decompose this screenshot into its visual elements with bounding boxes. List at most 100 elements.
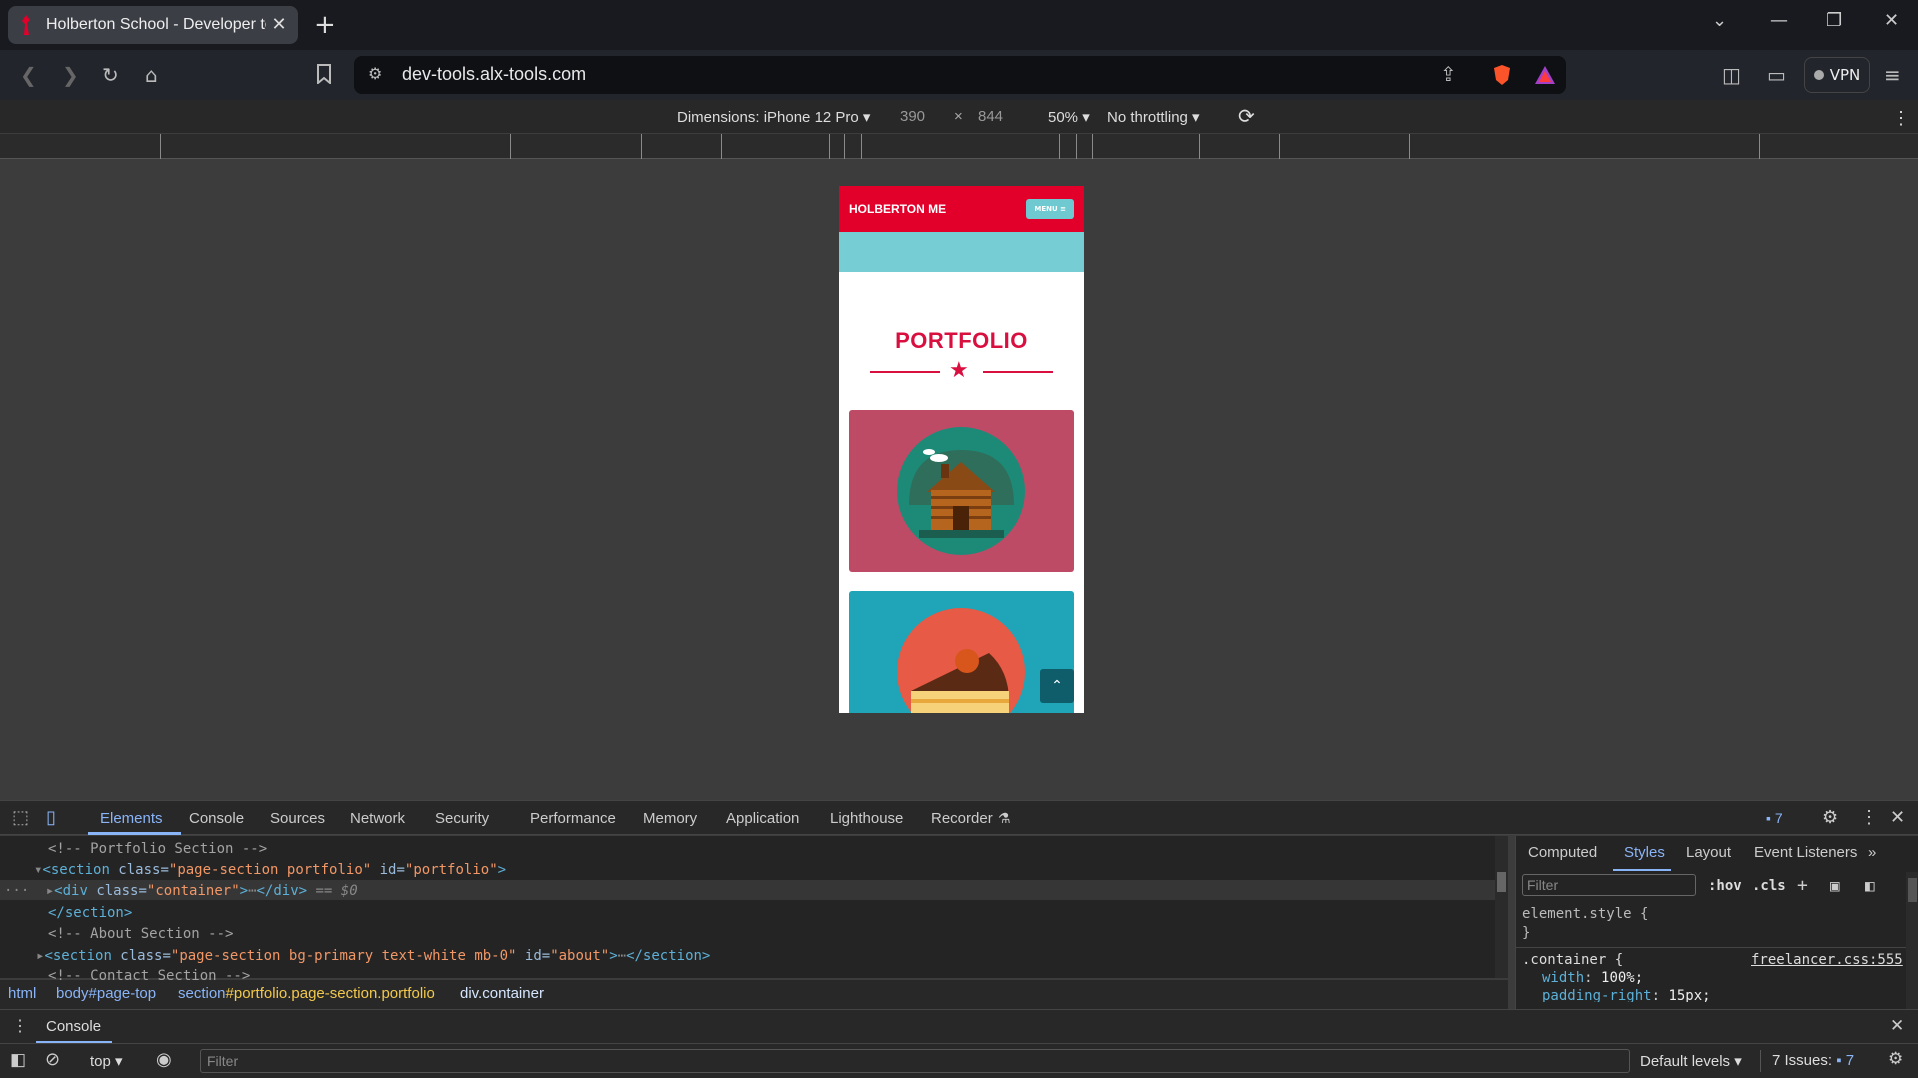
dom-section-close[interactable]: </section> [48, 905, 132, 921]
rotate-icon[interactable]: ⟳ [1238, 104, 1255, 129]
brave-rewards-icon[interactable] [1534, 65, 1556, 85]
dom-node-section-portfolio[interactable]: ▾<section class="page-section portfolio"… [34, 862, 506, 878]
property-value: 100%; [1601, 970, 1644, 986]
dom-node-section-about[interactable]: ▸<section class="page-section bg-primary… [36, 948, 710, 964]
tab-elements[interactable]: Elements [100, 810, 163, 827]
tab-lighthouse[interactable]: Lighthouse [830, 810, 903, 827]
share-icon[interactable]: ⇪ [1440, 62, 1457, 86]
tab-recorder[interactable]: Recorder [931, 810, 993, 827]
wallet-icon[interactable]: ▭ [1767, 62, 1786, 88]
console-sidebar-icon[interactable]: ◧ [10, 1050, 26, 1070]
attr-name: class= [111, 948, 171, 964]
address-bar[interactable]: ⚙ dev-tools.alx-tools.com ⇪ [354, 56, 1566, 94]
brave-shields-icon[interactable] [1492, 64, 1512, 86]
dots-icon: ··· [4, 883, 30, 899]
device-dimensions-select[interactable]: Dimensions: iPhone 12 Pro ▾ [677, 108, 870, 126]
browser-tab[interactable]: Holberton School - Developer to ✕ [8, 6, 298, 44]
rule-divider [1516, 947, 1911, 948]
cls-toggle[interactable]: .cls [1752, 878, 1786, 894]
tab-computed[interactable]: Computed [1528, 844, 1597, 861]
console-settings-gear-icon[interactable]: ⚙ [1888, 1049, 1903, 1069]
element-style-selector[interactable]: element.style { [1522, 906, 1648, 922]
computed-sidebar-icon[interactable]: ◧ [1865, 876, 1875, 895]
portfolio-item-cabin[interactable] [849, 410, 1074, 572]
console-drawer-tab[interactable]: Console [46, 1018, 101, 1035]
device-toggle-icon[interactable]: ▯ [46, 807, 56, 828]
site-info-icon[interactable]: ⚙ [368, 64, 382, 83]
drawer-menu-icon[interactable]: ⋮ [12, 1016, 28, 1036]
minimize-icon[interactable]: — [1770, 10, 1788, 31]
tab-sources[interactable]: Sources [270, 810, 325, 827]
styles-filter-input[interactable]: Filter [1522, 874, 1696, 896]
new-style-rule-icon[interactable]: + [1797, 875, 1808, 896]
inspect-element-icon[interactable]: ⬚ [12, 807, 29, 828]
navbar-brand[interactable]: HOLBERTON ME [849, 202, 946, 216]
log-levels-select[interactable]: Default levels ▾ [1640, 1052, 1742, 1070]
url-text[interactable]: dev-tools.alx-tools.com [402, 64, 586, 85]
dom-comment-about[interactable]: <!-- About Section --> [48, 926, 233, 942]
collapsed-triangle-icon[interactable]: ▸ [46, 883, 54, 899]
back-icon[interactable]: ❮ [20, 62, 37, 88]
bookmark-icon[interactable] [316, 64, 332, 84]
tab-console[interactable]: Console [189, 810, 244, 827]
dom-node-div-container[interactable]: ··· ▸<div class="container">⋯</div> == $… [4, 883, 358, 899]
drawer-close-icon[interactable]: ✕ [1890, 1016, 1904, 1036]
reload-icon[interactable]: ↻ [102, 62, 119, 88]
dom-comment-contact[interactable]: <!-- Contact Section --> [48, 968, 250, 980]
navbar-menu-button[interactable]: MENU ≡ [1026, 199, 1074, 219]
throttling-select[interactable]: No throttling ▾ [1107, 108, 1200, 126]
tab-layout[interactable]: Layout [1686, 844, 1731, 861]
more-tabs-icon[interactable]: » [1868, 844, 1876, 861]
settings-gear-icon[interactable]: ⚙ [1822, 807, 1838, 828]
rule-source-link[interactable]: freelancer.css:555 [1751, 952, 1903, 968]
tab-security[interactable]: Security [435, 810, 489, 827]
tab-application[interactable]: Application [726, 810, 799, 827]
styles-scrollbar[interactable] [1906, 872, 1918, 1009]
breadcrumb-div[interactable]: div.container [460, 985, 544, 1002]
scroll-to-top-button[interactable]: ⌃ [1040, 669, 1074, 703]
tag-open: <section [42, 862, 110, 878]
tab-network[interactable]: Network [350, 810, 405, 827]
ellipsis-icon[interactable]: ⋯ [618, 948, 626, 964]
zoom-select[interactable]: 50% ▾ [1048, 108, 1090, 126]
attr-value: "container" [146, 883, 240, 899]
live-expression-eye-icon[interactable]: ◉ [156, 1049, 172, 1070]
issues-counter[interactable]: ▪ 7 [1766, 810, 1783, 826]
width-input[interactable]: 390 [900, 108, 925, 125]
css-property-padding-right[interactable]: padding-right: 15px; [1542, 988, 1711, 1002]
devtools-more-icon[interactable]: ⋮ [1860, 807, 1878, 828]
close-tab-icon[interactable]: ✕ [268, 14, 290, 35]
css-property-width[interactable]: width: 100%; [1542, 970, 1643, 986]
hov-toggle[interactable]: :hov [1708, 878, 1742, 894]
vpn-button[interactable]: VPN [1804, 57, 1870, 93]
container-rule-selector[interactable]: .container { [1522, 952, 1623, 968]
breadcrumb-html[interactable]: html [8, 985, 36, 1002]
breadcrumb-section[interactable]: section#portfolio.page-section.portfolio [178, 985, 435, 1002]
sidebar-icon[interactable]: ◫ [1722, 62, 1741, 88]
scrollbar-thumb[interactable] [1497, 872, 1506, 892]
devtools-close-icon[interactable]: ✕ [1890, 807, 1905, 828]
home-icon[interactable]: ⌂ [145, 62, 158, 88]
tab-performance[interactable]: Performance [530, 810, 616, 827]
elements-scrollbar[interactable] [1495, 836, 1508, 978]
ellipsis-icon[interactable]: ⋯ [248, 883, 256, 899]
close-window-icon[interactable]: ✕ [1884, 10, 1899, 31]
height-input[interactable]: 844 [978, 108, 1003, 125]
paint-icon[interactable]: ▣ [1830, 876, 1840, 895]
clear-console-icon[interactable]: ⊘ [45, 1049, 60, 1070]
breadcrumb-body[interactable]: body#page-top [56, 985, 156, 1002]
restore-icon[interactable]: ❐ [1826, 10, 1842, 31]
menu-icon[interactable]: ≡ [1884, 62, 1901, 88]
tab-styles[interactable]: Styles [1624, 844, 1665, 861]
forward-icon[interactable]: ❯ [62, 62, 79, 88]
tab-memory[interactable]: Memory [643, 810, 697, 827]
console-filter-input[interactable]: Filter [200, 1049, 1630, 1073]
new-tab-icon[interactable]: + [314, 10, 336, 40]
chevron-down-icon[interactable]: ⌄ [1712, 10, 1727, 31]
console-issues-link[interactable]: 7 Issues: ▪ 7 [1772, 1052, 1854, 1069]
more-options-icon[interactable]: ⋮ [1892, 108, 1910, 129]
context-select[interactable]: top ▾ [90, 1052, 123, 1070]
cabin-illustration-icon [897, 427, 1025, 555]
tab-event-listeners[interactable]: Event Listeners [1754, 844, 1857, 861]
dom-comment-portfolio[interactable]: <!-- Portfolio Section --> [48, 841, 267, 857]
